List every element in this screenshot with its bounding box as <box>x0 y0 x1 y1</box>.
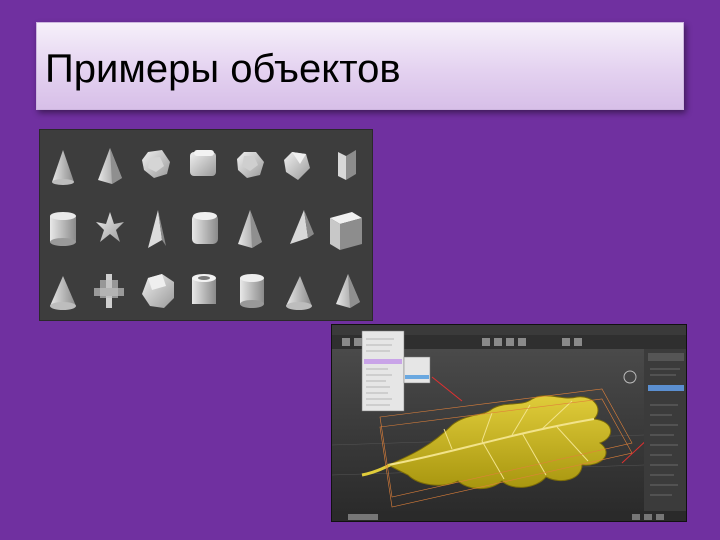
tube-icon <box>192 274 216 304</box>
star-hedra-icon <box>96 212 124 242</box>
command-panel <box>644 349 686 511</box>
primitives-image <box>39 129 373 321</box>
plane-icon <box>338 150 356 180</box>
hedra-icon <box>284 152 310 180</box>
primitives-grid <box>50 148 362 310</box>
chamfer-box-icon <box>190 150 216 176</box>
dodecahedron-icon <box>142 274 174 308</box>
tetrahedron-icon <box>148 210 166 248</box>
tetrahedron-icon <box>290 210 314 244</box>
app-screenshot <box>331 324 687 522</box>
pyramid-icon <box>98 148 122 184</box>
cross-planes-icon <box>94 274 124 308</box>
pyramid-icon <box>238 210 262 248</box>
chamfer-cyl-icon <box>192 212 218 244</box>
submenu <box>403 356 431 384</box>
box-icon <box>330 212 362 250</box>
cone-icon <box>52 150 74 185</box>
geosphere-icon <box>142 150 170 178</box>
3dsmax-viewport <box>332 325 686 521</box>
icosahedron-icon <box>237 152 264 178</box>
cone-icon <box>50 276 76 310</box>
pyramid-icon <box>336 274 360 308</box>
cylinder-icon <box>50 212 76 246</box>
cone-icon <box>286 276 312 310</box>
cylinder-icon <box>240 274 264 308</box>
title-box: Примеры объектов <box>36 22 684 110</box>
slide-title: Примеры объектов <box>45 47 401 91</box>
